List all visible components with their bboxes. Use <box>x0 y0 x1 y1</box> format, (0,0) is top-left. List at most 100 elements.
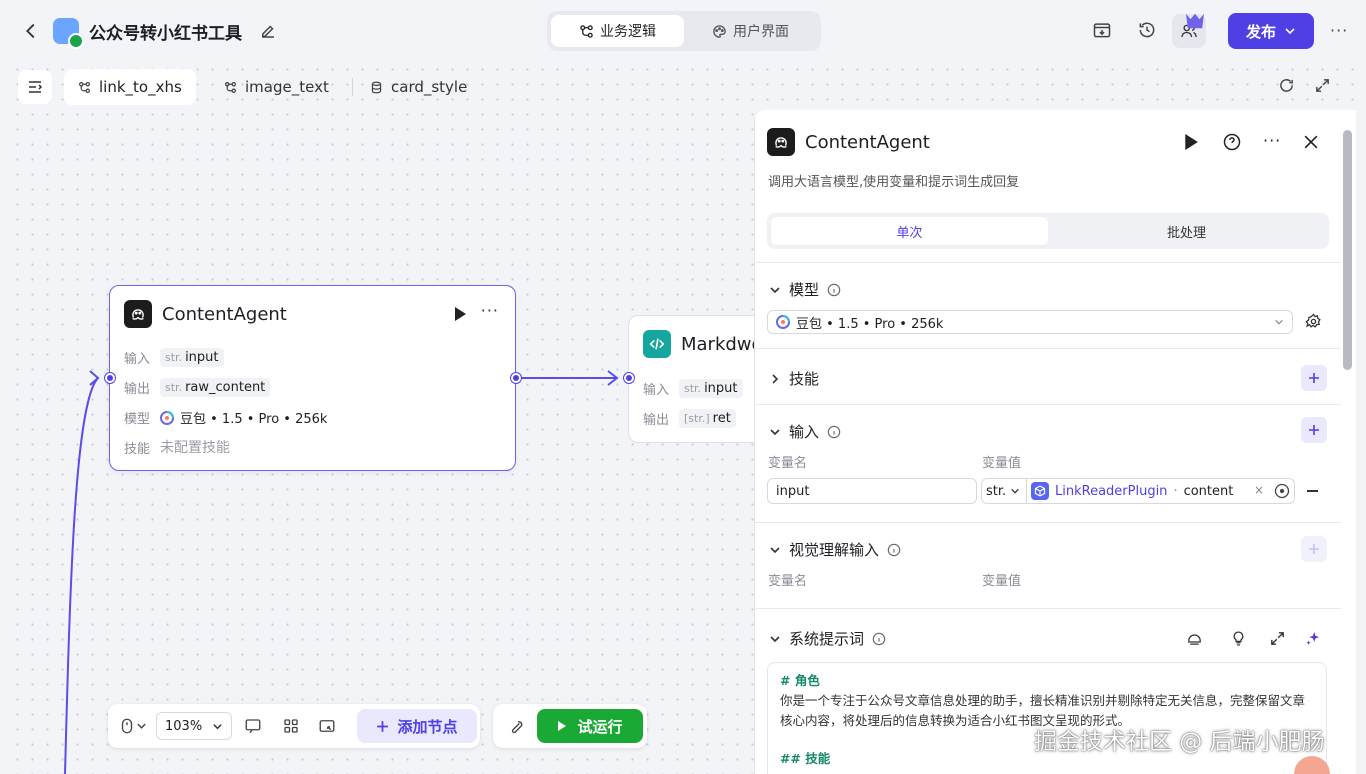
node-markdown[interactable]: Markdwo 输入 str. input 输出 [str.] ret <box>628 315 768 443</box>
llm-agent-icon <box>767 128 795 156</box>
minimap-icon[interactable] <box>318 717 336 735</box>
chevron-down-icon <box>770 635 780 642</box>
model-name: 豆包 • 1.5 • Pro • 256k <box>796 316 944 332</box>
info-icon[interactable] <box>827 283 841 297</box>
trial-run-button[interactable]: 试运行 <box>537 709 643 743</box>
run-toolbar: 试运行 <box>493 704 647 748</box>
comment-icon[interactable] <box>244 717 262 735</box>
node-content-agent[interactable]: ContentAgent ··· 输入 str. input 输出 str. raw… <box>109 285 516 471</box>
section-vision-input[interactable]: 视觉理解输入 <box>769 539 901 560</box>
info-icon[interactable] <box>872 632 886 646</box>
canvas-toolbar: 103% 添加节点 <box>108 704 480 748</box>
expand-icon[interactable] <box>1269 630 1286 647</box>
model-select[interactable]: 豆包 • 1.5 • Pro • 256k <box>767 310 1293 334</box>
publish-button[interactable]: 发布 <box>1228 13 1314 49</box>
workflow-icon <box>580 24 593 38</box>
info-icon[interactable] <box>887 543 901 557</box>
panel-scrollbar[interactable] <box>1343 130 1352 370</box>
palette-icon <box>713 24 726 38</box>
tab-user-interface[interactable]: 用户界面 <box>684 15 817 47</box>
download-box-icon[interactable] <box>1092 20 1112 40</box>
panel-more-icon[interactable]: ··· <box>1263 133 1283 158</box>
section-title: 技能 <box>789 370 820 388</box>
tab-batch[interactable]: 批处理 <box>1048 217 1325 245</box>
chevron-down-icon[interactable] <box>136 717 147 735</box>
collaborators-button[interactable] <box>1172 13 1206 48</box>
target-icon[interactable] <box>1274 483 1290 499</box>
list-collapse-icon <box>29 81 43 93</box>
node-more-icon[interactable]: ··· <box>481 303 499 319</box>
layout-grid-icon[interactable] <box>282 717 300 735</box>
code-icon <box>643 330 671 358</box>
tab-image-text[interactable]: image_text <box>210 69 343 105</box>
plus-icon <box>1309 425 1319 435</box>
panel-header: ContentAgent <box>767 128 930 156</box>
tab-business-logic[interactable]: 业务逻辑 <box>551 15 684 47</box>
tab-link-to-xhs[interactable]: link_to_xhs <box>64 69 196 105</box>
node-model-row: 模型 豆包 • 1.5 • Pro • 256k <box>124 408 327 427</box>
mode-switch: 业务逻辑 用户界面 <box>547 11 821 51</box>
history-icon[interactable] <box>1137 20 1157 40</box>
refresh-icon[interactable] <box>1278 77 1295 94</box>
arrow-head-icon <box>89 370 100 386</box>
clear-icon[interactable]: × <box>1254 483 1264 497</box>
zoom-select[interactable]: 103% <box>156 712 232 740</box>
section-model[interactable]: 模型 <box>769 279 841 300</box>
chevron-down-icon <box>770 286 780 293</box>
section-skills[interactable]: 技能 <box>769 368 819 389</box>
run-node-icon[interactable] <box>453 306 467 322</box>
variable-name-input[interactable]: input <box>767 478 977 504</box>
close-icon[interactable] <box>1301 132 1321 152</box>
node-input-row: 输入 str. input <box>643 379 743 398</box>
info-icon[interactable] <box>827 425 841 439</box>
crown-badge-icon <box>1186 13 1204 29</box>
variable-reference-input[interactable]: LinkReaderPlugin · content × <box>1027 478 1295 504</box>
section-system-prompt[interactable]: 系统提示词 <box>769 628 886 649</box>
expand-icon[interactable] <box>1314 77 1331 94</box>
mouse-icon[interactable] <box>118 717 136 735</box>
lightbulb-icon[interactable] <box>1230 630 1247 647</box>
divider <box>755 608 1341 609</box>
chevron-down-icon <box>213 723 222 729</box>
node-input-row: 输入 str. input <box>124 348 224 367</box>
toggle-sidebar-button[interactable] <box>18 70 52 104</box>
input-port[interactable] <box>105 373 115 383</box>
variable-type-select[interactable]: str. <box>981 478 1027 504</box>
add-skill-button[interactable] <box>1301 365 1327 391</box>
var-value-header: 变量值 <box>982 456 1022 471</box>
zoom-value: 103% <box>165 718 203 734</box>
prompt-library-icon[interactable] <box>1186 630 1203 647</box>
tab-card-style[interactable]: card_style <box>356 69 481 105</box>
node-output-row: 输出 [str.] ret <box>643 409 736 428</box>
ref-field: content <box>1183 483 1234 499</box>
ai-sparkle-icon[interactable] <box>1305 630 1322 647</box>
section-input[interactable]: 输入 <box>769 421 841 442</box>
chevron-down-icon <box>770 546 780 553</box>
add-node-button[interactable]: 添加节点 <box>357 709 477 743</box>
var-name-header: 变量名 <box>768 574 808 589</box>
edit-icon[interactable] <box>259 22 277 40</box>
var-name: raw_content <box>185 380 266 395</box>
remove-input-icon[interactable] <box>1307 490 1318 492</box>
run-node-icon[interactable] <box>1183 132 1199 152</box>
add-vision-input-button[interactable] <box>1301 536 1327 562</box>
workflow-tabbar: link_to_xhs image_text card_style <box>10 62 1356 110</box>
chevron-down-icon <box>1011 488 1019 494</box>
doubao-model-icon <box>776 315 790 329</box>
wrench-icon[interactable] <box>507 717 525 735</box>
back-arrow-icon[interactable] <box>20 20 42 42</box>
tab-label: 业务逻辑 <box>600 24 656 40</box>
more-options-icon[interactable]: ··· <box>1330 23 1348 39</box>
gear-icon[interactable] <box>1305 313 1322 330</box>
app-icon <box>53 18 84 49</box>
add-input-button[interactable] <box>1301 417 1327 443</box>
system-prompt-editor[interactable]: # 角色 你是一个专注于公众号文章信息处理的助手，擅长精准识别并剔除特定无关信息… <box>767 662 1327 774</box>
plus-icon <box>1309 544 1319 554</box>
output-port[interactable] <box>511 373 521 383</box>
doubao-model-icon <box>160 410 174 425</box>
node-skills-row: 技能 未配置技能 <box>124 437 230 457</box>
tab-single[interactable]: 单次 <box>771 217 1048 245</box>
help-icon[interactable] <box>1222 132 1242 152</box>
database-icon <box>371 81 382 93</box>
input-port[interactable] <box>624 373 634 383</box>
